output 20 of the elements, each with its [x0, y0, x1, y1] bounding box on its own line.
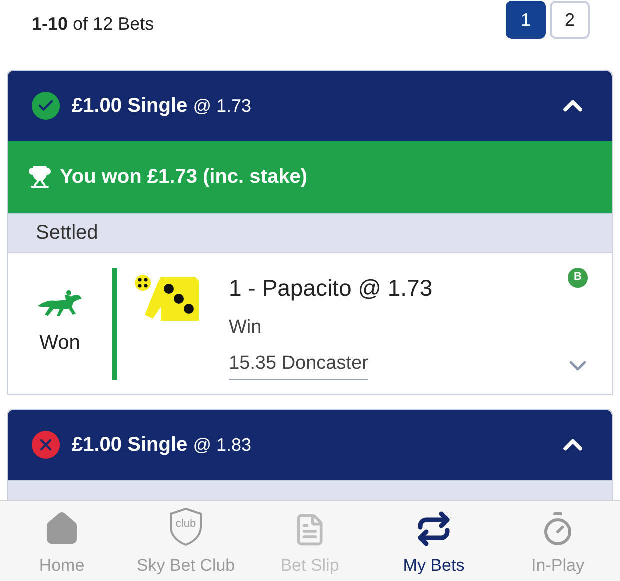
- result-label: Won: [40, 330, 80, 356]
- bet-header[interactable]: £1.00 Single @ 1.83: [8, 410, 612, 480]
- section-label: Settled: [36, 221, 98, 246]
- event-link[interactable]: 15.35 Doncaster: [229, 350, 368, 380]
- home-icon: [44, 510, 80, 546]
- nav-tab[interactable]: My Bets: [372, 501, 496, 581]
- bet-title: £1.00 Single @ 1.83: [72, 433, 252, 458]
- ribbon-badge: B: [568, 268, 588, 288]
- results-summary: 1-10 of 12 Bets: [32, 13, 154, 36]
- market-label: Win: [229, 316, 263, 340]
- bet-title: £1.00 Single @ 1.73: [72, 94, 252, 119]
- jockey-silks-icon: [133, 273, 201, 323]
- selection-name: 1 - Papacito @ 1.73: [229, 274, 434, 304]
- page-button[interactable]: 1: [506, 1, 546, 39]
- page-button[interactable]: 2: [550, 1, 590, 39]
- bet-header[interactable]: £1.00 Single @ 1.73: [8, 71, 612, 141]
- win-text: You won £1.73 (inc. stake): [60, 165, 308, 190]
- trophy-icon: [28, 165, 52, 189]
- swap-arrows-icon: [416, 510, 452, 546]
- shield-icon: club: [168, 506, 204, 546]
